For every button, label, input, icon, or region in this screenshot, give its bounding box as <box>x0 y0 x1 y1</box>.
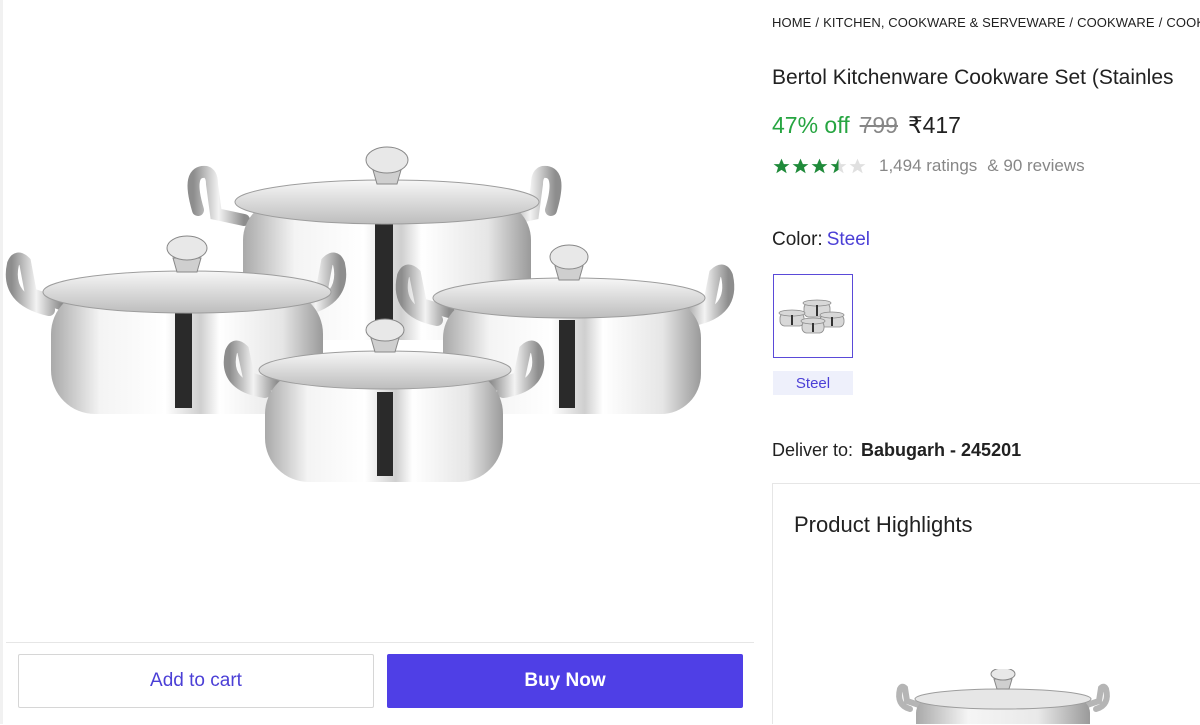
ratings-count[interactable]: 1,494 ratings <box>879 156 977 176</box>
color-swatch-steel[interactable] <box>773 274 853 358</box>
delivery-location[interactable]: Babugarh - 245201 <box>861 440 1021 460</box>
product-details-panel: HOME / KITCHEN, COOKWARE & SERVEWARE / COOKW… <box>772 0 1200 724</box>
color-selector-label: Color: Steel <box>772 229 870 251</box>
discount-percent: 47% off <box>772 112 850 138</box>
star-filled-icon <box>773 158 790 173</box>
star-filled-icon <box>811 158 828 173</box>
action-bar: Add to cart Buy Now <box>6 642 754 725</box>
product-highlights-title: Product Highlights <box>794 512 973 537</box>
star-empty-icon <box>849 158 866 173</box>
star-half-icon <box>830 158 847 173</box>
star-filled-icon <box>792 158 809 173</box>
delivery-info: Deliver to: Babugarh - 245201 <box>772 440 1021 461</box>
add-to-cart-button[interactable]: Add to cart <box>18 654 374 708</box>
breadcrumb-kitchen[interactable]: KITCHEN, COOKWARE & SERVEWARE <box>823 15 1065 30</box>
breadcrumb-separator: / <box>815 15 820 30</box>
buy-now-button[interactable]: Buy Now <box>387 654 743 708</box>
swatch-thumbnail <box>778 299 845 334</box>
reviews-count[interactable]: & 90 reviews <box>987 156 1084 176</box>
breadcrumb: HOME / KITCHEN, COOKWARE & SERVEWARE / COOKW… <box>772 15 1200 30</box>
price-row: 47% off 799 ₹417 <box>772 112 961 139</box>
breadcrumb-cookware-sub[interactable]: COOKW <box>1166 15 1200 30</box>
product-image[interactable] <box>3 130 753 500</box>
breadcrumb-separator: / <box>1069 15 1074 30</box>
selling-price: ₹417 <box>907 112 961 138</box>
highlights-image <box>896 669 1110 724</box>
color-swatch-label[interactable]: Steel <box>773 371 853 395</box>
rating-row: 1,494 ratings & 90 reviews <box>772 156 1085 176</box>
breadcrumb-cookware[interactable]: COOKWARE <box>1077 15 1155 30</box>
deliver-label: Deliver to: <box>772 440 854 460</box>
breadcrumb-separator: / <box>1158 15 1163 30</box>
star-rating <box>772 157 867 176</box>
product-highlights-card: Product Highlights <box>772 483 1200 724</box>
color-label: Color: <box>772 229 823 250</box>
color-selected-value: Steel <box>826 229 870 250</box>
product-title: Bertol Kitchenware Cookware Set (Stainle… <box>772 66 1174 89</box>
breadcrumb-home[interactable]: HOME <box>772 15 811 30</box>
product-image-panel: Add to cart Buy Now <box>0 0 754 725</box>
original-price: 799 <box>859 112 898 138</box>
